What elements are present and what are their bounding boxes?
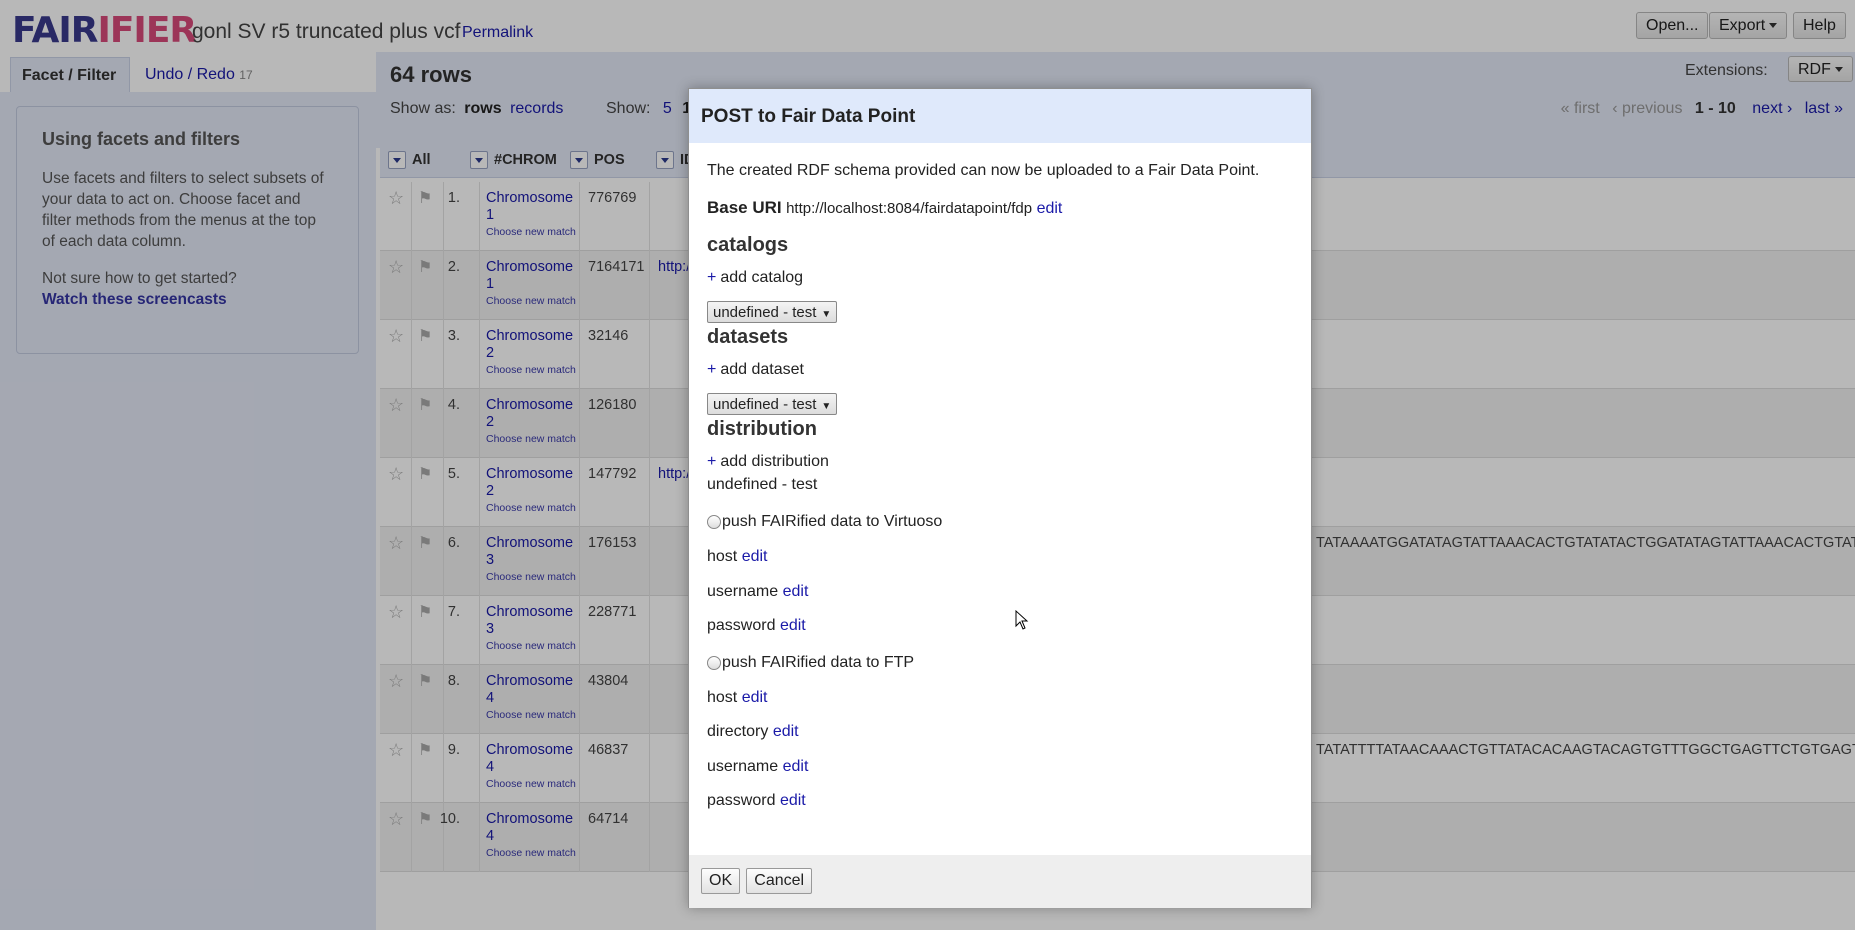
distribution-value: undefined - test: [707, 476, 818, 493]
ftp-username-edit-link[interactable]: edit: [783, 758, 809, 775]
datasets-heading: datasets: [707, 326, 789, 348]
base-uri-row: Base URI http://localhost:8084/fairdatap…: [707, 198, 1062, 218]
distribution-heading: distribution: [707, 418, 817, 440]
virtuoso-host-row: host edit: [707, 548, 768, 566]
dialog-title: POST to Fair Data Point: [689, 89, 1311, 143]
fdp-post-dialog: POST to Fair Data Point The created RDF …: [688, 88, 1312, 908]
dataset-select-value: undefined - test: [713, 396, 817, 413]
ftp-password-row: password edit: [707, 792, 806, 810]
virtuoso-option[interactable]: push FAIRified data to Virtuoso: [707, 513, 942, 531]
cancel-button[interactable]: Cancel: [746, 868, 813, 894]
dialog-body: The created RDF schema provided can now …: [689, 143, 1311, 854]
dialog-footer: OK Cancel: [689, 855, 1311, 908]
add-catalog-link[interactable]: + add catalog: [707, 269, 803, 287]
virtuoso-label: push FAIRified data to Virtuoso: [722, 513, 943, 530]
ftp-directory-edit-link[interactable]: edit: [773, 723, 799, 740]
virtuoso-username-edit-link[interactable]: edit: [783, 583, 809, 600]
base-uri-edit-link[interactable]: edit: [1037, 200, 1063, 217]
ftp-host-edit-link[interactable]: edit: [742, 689, 768, 706]
plus-icon: +: [707, 453, 717, 470]
base-uri-label: Base URI: [707, 198, 782, 217]
virtuoso-host-edit-link[interactable]: edit: [742, 548, 768, 565]
virtuoso-password-edit-link[interactable]: edit: [780, 617, 806, 634]
base-uri-value: http://localhost:8084/fairdatapoint/fdp: [786, 200, 1033, 217]
catalog-select-value: undefined - test: [713, 304, 817, 321]
add-dataset-label: add dataset: [720, 361, 804, 378]
username-label: username: [707, 758, 779, 775]
ftp-username-row: username edit: [707, 758, 808, 776]
virtuoso-password-row: password edit: [707, 617, 806, 635]
ok-button[interactable]: OK: [701, 868, 741, 894]
host-label: host: [707, 689, 738, 706]
catalog-select[interactable]: undefined - test ▼: [707, 301, 838, 323]
dropdown-arrow-icon: ▼: [821, 401, 832, 412]
directory-label: directory: [707, 723, 769, 740]
virtuoso-radio[interactable]: [707, 514, 721, 529]
ftp-directory-row: directory edit: [707, 723, 799, 741]
ftp-password-edit-link[interactable]: edit: [780, 792, 806, 809]
virtuoso-username-row: username edit: [707, 583, 808, 601]
dataset-select[interactable]: undefined - test ▼: [707, 393, 838, 415]
plus-icon: +: [707, 361, 717, 378]
add-distribution-label: add distribution: [720, 453, 829, 470]
add-dataset-link[interactable]: + add dataset: [707, 361, 804, 379]
ftp-option[interactable]: push FAIRified data to FTP: [707, 654, 914, 672]
ftp-radio[interactable]: [707, 655, 721, 670]
mouse-cursor-icon: [1015, 610, 1029, 630]
plus-icon: +: [707, 269, 717, 286]
ftp-label: push FAIRified data to FTP: [722, 654, 915, 671]
catalogs-heading: catalogs: [707, 234, 789, 256]
dropdown-arrow-icon: ▼: [821, 309, 832, 320]
username-label: username: [707, 583, 779, 600]
ftp-host-row: host edit: [707, 689, 768, 707]
add-distribution-link[interactable]: + add distribution: [707, 453, 829, 471]
password-label: password: [707, 617, 776, 634]
host-label: host: [707, 548, 738, 565]
dialog-intro: The created RDF schema provided can now …: [707, 162, 1260, 179]
add-catalog-label: add catalog: [720, 269, 804, 286]
password-label: password: [707, 792, 776, 809]
